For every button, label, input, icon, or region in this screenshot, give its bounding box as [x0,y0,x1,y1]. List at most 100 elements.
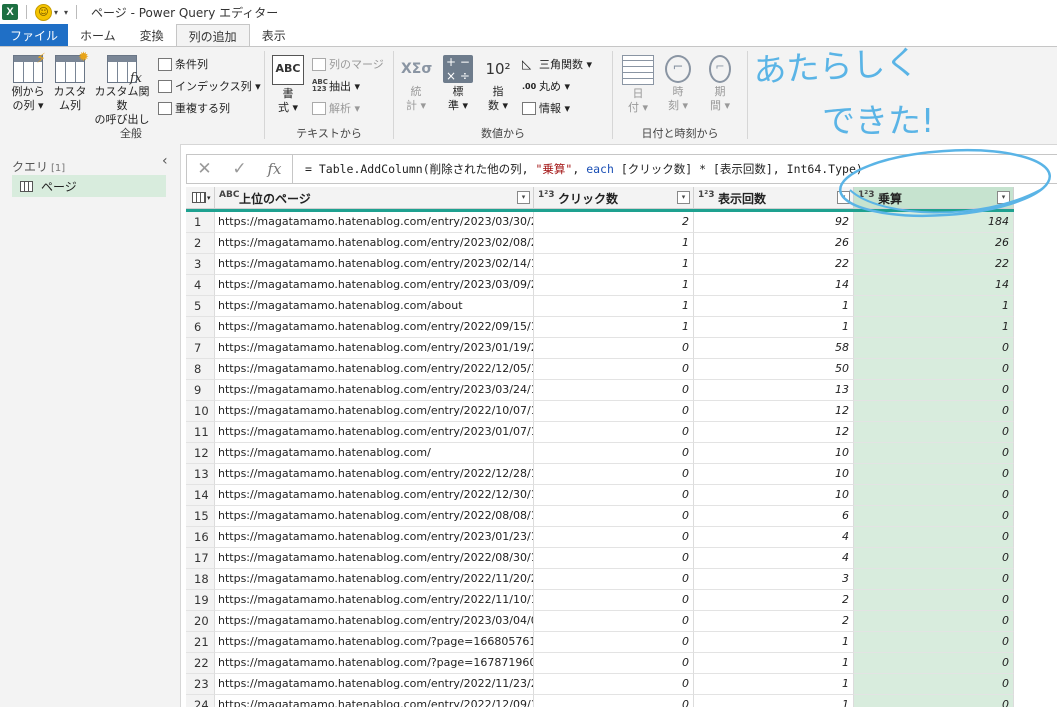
cell-page[interactable]: https://magatamamo.hatenablog.com/entry/… [215,401,534,422]
number-type-icon[interactable]: 1²3 [858,190,874,200]
cell-page[interactable]: https://magatamamo.hatenablog.com/entry/… [215,506,534,527]
cell-clicks[interactable]: 0 [534,611,694,632]
cell-clicks[interactable]: 1 [534,275,694,296]
feedback-dropdown-icon[interactable]: ▾ [54,8,58,17]
cell-product[interactable]: 0 [854,632,1014,653]
filter-dropdown-icon[interactable]: ▾ [677,191,690,204]
tab-add-column[interactable]: 列の追加 [175,24,250,47]
cell-clicks[interactable]: 0 [534,380,694,401]
cell-page[interactable]: https://magatamamo.hatenablog.com/entry/… [215,338,534,359]
cell-product[interactable]: 1 [854,317,1014,338]
fx-icon[interactable]: fx [257,160,292,178]
cell-page[interactable]: https://magatamamo.hatenablog.com/entry/… [215,527,534,548]
cell-impressions[interactable]: 3 [694,569,854,590]
row-index[interactable]: 10 [186,401,215,422]
cell-product[interactable]: 0 [854,506,1014,527]
cell-product[interactable]: 0 [854,464,1014,485]
cell-page[interactable]: https://magatamamo.hatenablog.com/entry/… [215,611,534,632]
row-index[interactable]: 22 [186,653,215,674]
cell-impressions[interactable]: 12 [694,401,854,422]
cell-clicks[interactable]: 0 [534,569,694,590]
number-type-icon[interactable]: 1²3 [698,190,714,200]
cell-page[interactable]: https://magatamamo.hatenablog.com/ [215,443,534,464]
cell-clicks[interactable]: 2 [534,212,694,233]
cell-clicks[interactable]: 0 [534,548,694,569]
row-index[interactable]: 6 [186,317,215,338]
cell-page[interactable]: https://magatamamo.hatenablog.com/entry/… [215,359,534,380]
tab-view[interactable]: 表示 [250,24,298,46]
cell-product[interactable]: 0 [854,653,1014,674]
cell-page[interactable]: https://magatamamo.hatenablog.com/entry/… [215,674,534,695]
cell-clicks[interactable]: 0 [534,632,694,653]
cell-clicks[interactable]: 0 [534,422,694,443]
cell-impressions[interactable]: 1 [694,317,854,338]
column-from-examples-button[interactable]: ⚡ 例から の列 ▾ [6,52,50,113]
rounding-button[interactable]: .00 丸め ▾ [522,78,570,94]
row-index[interactable]: 16 [186,527,215,548]
format-button[interactable]: ABC 書 式 ▾ [270,55,306,115]
cell-clicks[interactable]: 1 [534,317,694,338]
statistics-button[interactable]: XΣσ 統 計 ▾ [398,55,434,113]
standard-button[interactable]: + − × ÷ 標 準 ▾ [440,55,476,113]
cell-impressions[interactable]: 10 [694,485,854,506]
cell-product[interactable]: 0 [854,611,1014,632]
cell-impressions[interactable]: 1 [694,296,854,317]
cell-impressions[interactable]: 10 [694,443,854,464]
cell-clicks[interactable]: 0 [534,506,694,527]
row-index[interactable]: 17 [186,548,215,569]
filter-dropdown-icon[interactable]: ▾ [997,191,1010,204]
cell-clicks[interactable]: 0 [534,485,694,506]
trigonometry-button[interactable]: ◺ 三角関数 ▾ [522,56,592,72]
cell-impressions[interactable]: 4 [694,527,854,548]
cell-page[interactable]: https://magatamamo.hatenablog.com/entry/… [215,380,534,401]
collapse-pane-icon[interactable]: ‹ [162,153,168,169]
cell-product[interactable]: 1 [854,296,1014,317]
cell-product[interactable]: 0 [854,527,1014,548]
cell-page[interactable]: https://magatamamo.hatenablog.com/entry/… [215,590,534,611]
cell-impressions[interactable]: 2 [694,611,854,632]
cell-clicks[interactable]: 0 [534,464,694,485]
tab-home[interactable]: ホーム [68,24,128,46]
parse-button[interactable]: 解析 ▾ [312,100,360,116]
cell-clicks[interactable]: 1 [534,296,694,317]
cell-page[interactable]: https://magatamamo.hatenablog.com/entry/… [215,569,534,590]
cell-product[interactable]: 0 [854,359,1014,380]
duplicate-column-button[interactable]: 重複する列 [158,100,230,116]
cell-product[interactable]: 0 [854,548,1014,569]
cell-page[interactable]: https://magatamamo.hatenablog.com/about [215,296,534,317]
cell-impressions[interactable]: 1 [694,674,854,695]
cell-impressions[interactable]: 92 [694,212,854,233]
cell-product[interactable]: 22 [854,254,1014,275]
row-index[interactable]: 7 [186,338,215,359]
row-index[interactable]: 20 [186,611,215,632]
cell-page[interactable]: https://magatamamo.hatenablog.com/entry/… [215,275,534,296]
quick-access-dropdown-icon[interactable]: ▾ [64,8,68,17]
cell-product[interactable]: 0 [854,380,1014,401]
cell-page[interactable]: https://magatamamo.hatenablog.com/entry/… [215,695,534,707]
cell-clicks[interactable]: 0 [534,527,694,548]
cell-page[interactable]: https://magatamamo.hatenablog.com/entry/… [215,548,534,569]
row-index[interactable]: 14 [186,485,215,506]
cell-product[interactable]: 14 [854,275,1014,296]
cell-impressions[interactable]: 22 [694,254,854,275]
cell-clicks[interactable]: 0 [534,359,694,380]
row-index[interactable]: 13 [186,464,215,485]
cell-clicks[interactable]: 0 [534,443,694,464]
cell-product[interactable]: 184 [854,212,1014,233]
cell-product[interactable]: 26 [854,233,1014,254]
text-type-icon[interactable]: ABC [219,190,239,200]
cell-page[interactable]: https://magatamamo.hatenablog.com/entry/… [215,233,534,254]
column-header-impressions[interactable]: 1²3 表示回数 ▾ [694,187,854,209]
cell-clicks[interactable]: 1 [534,254,694,275]
custom-column-button[interactable]: ✹ カスタ ム列 [52,51,90,113]
cell-impressions[interactable]: 12 [694,422,854,443]
extract-button[interactable]: ABC 123 抽出 ▾ [312,78,360,94]
cell-product[interactable]: 0 [854,443,1014,464]
cell-product[interactable]: 0 [854,674,1014,695]
row-index[interactable]: 15 [186,506,215,527]
row-index[interactable]: 2 [186,233,215,254]
table-menu-button[interactable]: ▾ [186,187,215,209]
cell-clicks[interactable]: 1 [534,233,694,254]
row-index[interactable]: 3 [186,254,215,275]
row-index[interactable]: 4 [186,275,215,296]
